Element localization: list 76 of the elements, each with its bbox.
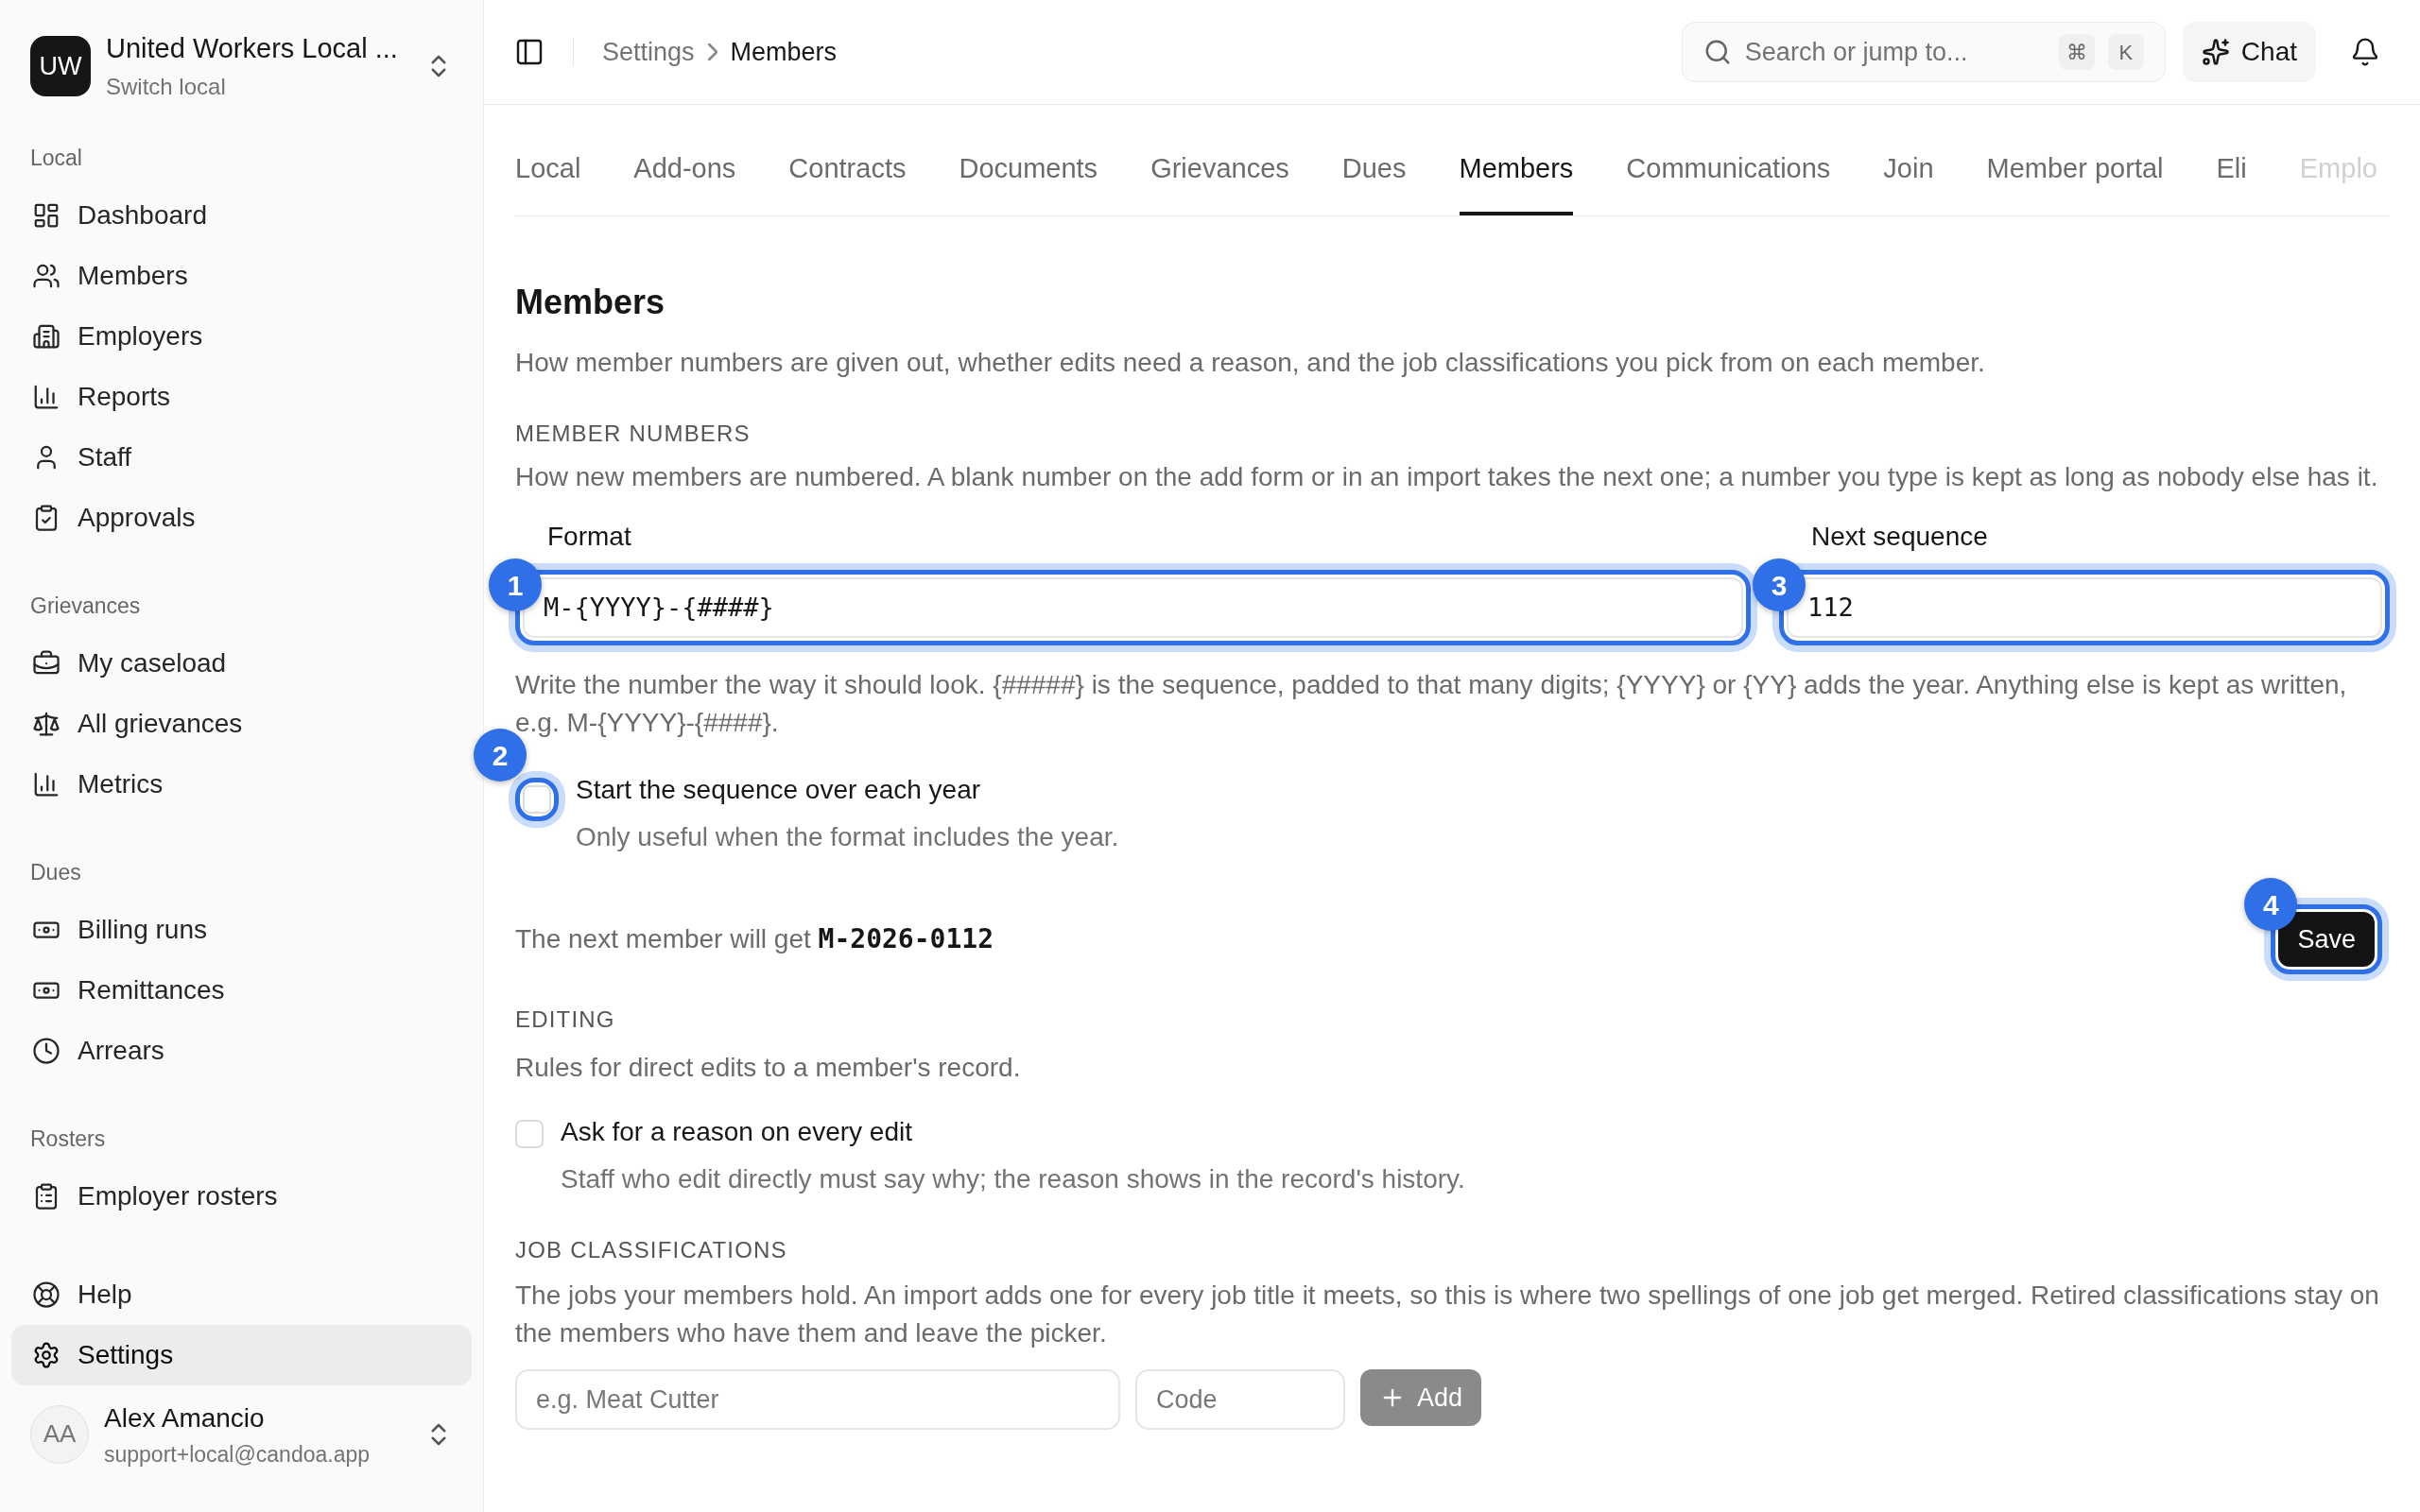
sidebar-item[interactable]: Members xyxy=(11,245,472,306)
checkbox-label: Start the sequence over each year xyxy=(576,774,982,806)
clock-icon xyxy=(32,1036,60,1065)
sparkles-icon xyxy=(2201,38,2230,66)
sidebar-toggle-icon[interactable] xyxy=(514,37,544,67)
sidebar-item[interactable]: Employers xyxy=(11,305,472,367)
sidebar-item[interactable]: Staff xyxy=(11,426,472,488)
tab[interactable]: Documents xyxy=(959,147,1098,215)
sidebar-item[interactable]: Reports xyxy=(11,366,472,427)
next-number-preview: The next member will get M-2026-0112 xyxy=(515,922,994,956)
breadcrumb: Members xyxy=(730,36,838,68)
section-title: Rosters xyxy=(29,1125,107,1154)
keyboard-key: K xyxy=(2107,34,2144,70)
sidebar-item[interactable]: Approvals xyxy=(11,487,472,548)
org-switcher[interactable]: UW United Workers Local ... Switch local xyxy=(11,28,472,104)
text-field[interactable]: 112 xyxy=(1787,577,2382,638)
tab[interactable]: Dues xyxy=(1341,147,1407,215)
tab[interactable]: Add-ons xyxy=(633,147,736,215)
sidebar-item[interactable]: Remittances xyxy=(11,959,472,1021)
step-badge: 4 xyxy=(2244,878,2298,931)
tab[interactable]: Member portal xyxy=(1986,147,2164,215)
step-badge: 3 xyxy=(1753,558,1806,611)
tab[interactable]: Eli xyxy=(2216,147,2247,215)
page-description: How member numbers are given out, whether edits need a reason, and the job classifications you pick from on each member. xyxy=(515,347,1986,379)
sidebar-item[interactable]: My caseload xyxy=(11,632,472,694)
step-badge: 1 xyxy=(489,558,542,611)
sidebar-item[interactable]: Help xyxy=(11,1263,472,1325)
chat-button[interactable]: Chat xyxy=(2182,22,2316,82)
sidebar-item[interactable]: Employer rosters xyxy=(11,1165,472,1227)
tab[interactable]: Join xyxy=(1883,147,1934,215)
tab[interactable]: Members xyxy=(1459,147,1574,215)
section-description: The jobs your members hold. An import adds one for every job title it meets, so this is where two spellings of one job get merged. Retired classifications stay on the members who have them and leave the picker. xyxy=(515,1280,2380,1349)
user-avatar: AA xyxy=(30,1404,89,1464)
tab[interactable]: Local xyxy=(515,147,581,215)
org-logo: UW xyxy=(30,35,91,96)
section-heading: MEMBER NUMBERS xyxy=(515,420,752,448)
sidebar-item[interactable]: Settings xyxy=(11,1324,472,1385)
section-title: Dues xyxy=(29,859,82,887)
sidebar-item[interactable]: Arrears xyxy=(11,1020,472,1081)
tab[interactable]: Contracts xyxy=(788,147,907,215)
section-heading: JOB CLASSIFICATIONS xyxy=(515,1236,788,1264)
user-name: Alex Amancio xyxy=(104,1401,266,1435)
field-label: Format xyxy=(546,521,631,553)
classification-name-field[interactable]: e.g. Meat Cutter xyxy=(515,1369,1120,1430)
field-label: Next sequence xyxy=(1810,521,1988,553)
text-field[interactable]: M-{YYYY}-{####} xyxy=(523,577,1743,638)
save-button[interactable]: Save xyxy=(2278,912,2375,967)
sidebar-item[interactable]: Dashboard xyxy=(11,184,472,246)
chevron-right-icon xyxy=(707,43,717,60)
user-menu[interactable]: AA Alex Amancio support+local@candoa.app xyxy=(11,1398,472,1470)
checkbox-label: Ask for a reason on every edit xyxy=(561,1116,913,1148)
section-heading: EDITING xyxy=(515,1005,616,1034)
tab[interactable]: Grievances xyxy=(1150,147,1289,215)
section-title: Grievances xyxy=(29,593,142,621)
tab[interactable]: Communications xyxy=(1626,147,1831,215)
user-email: support+local@candoa.app xyxy=(104,1440,372,1469)
checkbox[interactable] xyxy=(515,1120,544,1148)
checkbox[interactable] xyxy=(523,785,551,814)
notifications-icon[interactable] xyxy=(2350,37,2380,67)
page-title: Members xyxy=(515,282,666,323)
code-field[interactable]: Code xyxy=(1135,1369,1345,1430)
section-title: Local xyxy=(29,145,83,173)
sidebar-item[interactable]: Metrics xyxy=(11,753,472,815)
sidebar-item[interactable]: All grievances xyxy=(11,693,472,754)
section-description: How new members are numbered. A blank number on the add form or in an import takes the next one; a number you type is kept as long as nobody else has it. xyxy=(515,461,2379,493)
org-subtitle: Switch local xyxy=(106,72,227,101)
section-description: Rules for direct edits to a member's record. xyxy=(515,1052,1022,1084)
sidebar-item[interactable]: Billing runs xyxy=(11,899,472,960)
checkbox-hint: Staff who edit directly must say why; the reason shows in the record's history. xyxy=(561,1163,1465,1195)
org-name: United Workers Local ... xyxy=(106,32,399,65)
checkbox-hint: Only useful when the format includes the year. xyxy=(576,821,1119,853)
keyboard-key: ⌘ xyxy=(2058,34,2095,70)
settings-icon xyxy=(32,1340,60,1369)
search-field[interactable]: Search or jump to... ⌘ K xyxy=(1681,22,2166,82)
lifebuoy-icon xyxy=(32,1280,60,1309)
breadcrumb[interactable]: Settings xyxy=(602,32,695,72)
